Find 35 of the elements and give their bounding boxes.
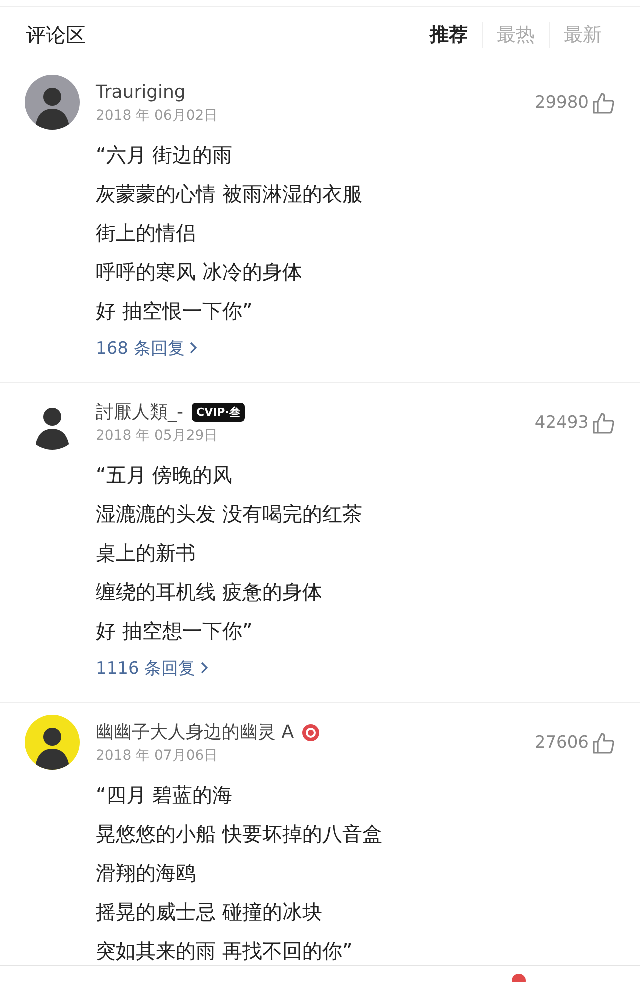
comment-line: 桌上的新书: [96, 540, 197, 567]
comment-line: 缠绕的耳机线 疲惫的身体: [96, 579, 324, 606]
comment-line: 好 抽空恨一下你”: [96, 298, 254, 325]
comment-line: 街上的情侣: [96, 220, 197, 247]
username[interactable]: 幽幽子大人身边的幽灵 A: [96, 720, 294, 746]
thumbs-up-icon[interactable]: [592, 410, 616, 434]
comment-line: 湿漉漉的头发 没有喝完的红茶: [96, 501, 364, 528]
thumbs-up-icon[interactable]: [592, 730, 616, 754]
username[interactable]: 討厭人類_-: [96, 400, 184, 426]
vip-badge: CVIP·叁: [192, 403, 246, 422]
comment-line: 呼呼的寒风 冰冷的身体: [96, 259, 304, 286]
replies-link[interactable]: 168 条回复: [96, 331, 198, 365]
thumbs-up-icon[interactable]: [592, 90, 616, 114]
comment-line: 好 抽空想一下你”: [96, 618, 254, 645]
comment-line: 灰蒙蒙的心情 被雨淋湿的衣服: [96, 181, 364, 208]
comment-line: “四月 碧蓝的海: [96, 782, 234, 809]
comment-date: 2018 年 07月06日: [96, 746, 220, 766]
comment-line: “五月 傍晚的风: [96, 462, 234, 489]
comment-line: 摇晃的威士忌 碰撞的冰块: [96, 899, 324, 926]
username[interactable]: Trauriging: [96, 80, 186, 106]
comment-line: “六月 街边的雨: [96, 142, 234, 169]
like-count: 27606: [534, 732, 589, 752]
comment-line: 滑翔的海鸥: [96, 860, 197, 887]
comment-date: 2018 年 05月29日: [96, 426, 220, 446]
comment-date: 2018 年 06月02日: [96, 106, 220, 126]
section-title: 评论区: [26, 22, 86, 48]
chevron-right-icon: [188, 341, 198, 355]
chevron-right-icon: [200, 661, 209, 675]
comment-line: 突如其来的雨 再找不回的你”: [96, 938, 354, 965]
like-count: 29980: [534, 92, 589, 112]
sort-tab[interactable]: 推荐: [416, 22, 482, 48]
comment-line: 晃悠悠的小船 快要坏掉的八音盒: [96, 821, 384, 848]
disc-icon: [302, 724, 320, 742]
replies-link[interactable]: 1116 条回复: [96, 651, 209, 685]
like-count: 42493: [534, 412, 589, 432]
